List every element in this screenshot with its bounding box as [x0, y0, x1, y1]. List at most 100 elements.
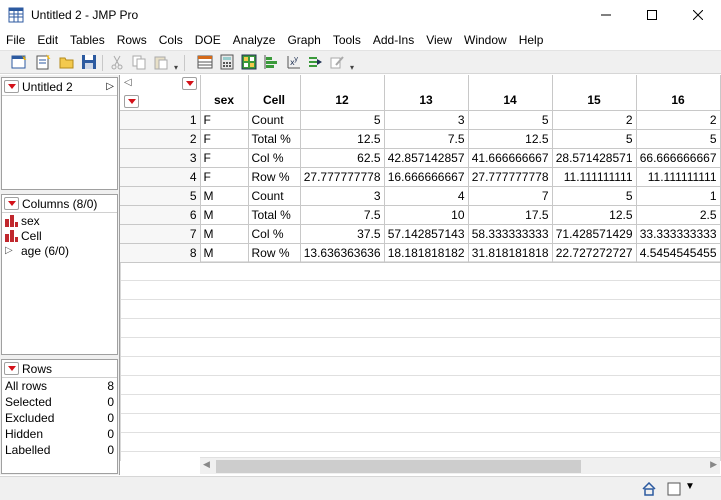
table-cell[interactable]: 5 — [552, 129, 637, 149]
column-item-cell[interactable]: Cell — [2, 228, 117, 243]
table-cell[interactable]: 7.5 — [300, 205, 385, 225]
scroll-left-icon[interactable]: ◀ — [203, 459, 210, 470]
table-cell[interactable]: 11.111111111 — [552, 167, 637, 187]
table-red-triangle-icon[interactable] — [4, 80, 19, 93]
columns-red-triangle-icon[interactable] — [4, 197, 19, 210]
group-expand-icon[interactable]: ▷ — [5, 245, 18, 256]
maximize-button[interactable] — [629, 0, 675, 30]
table-cell[interactable]: Col % — [248, 224, 301, 244]
table-cell[interactable]: 4.5454545455 — [636, 243, 721, 263]
distribution-button[interactable] — [262, 53, 280, 71]
table-cell[interactable]: 71.428571429 — [552, 224, 637, 244]
menu-graph[interactable]: Graph — [281, 30, 326, 50]
table-row[interactable]: 1 F Count 5 3 5 2 2 — [120, 110, 721, 130]
toolbar-overflow-icon[interactable]: ▾ — [174, 63, 178, 72]
row-number[interactable]: 3 — [120, 148, 201, 168]
table-cell[interactable]: 18.181818182 — [384, 243, 469, 263]
table-row[interactable]: 6 M Total % 7.5 10 17.5 12.5 2.5 — [120, 205, 721, 225]
table-cell[interactable]: 2 — [636, 110, 721, 130]
rows-stat-labelled[interactable]: Labelled 0 — [2, 442, 117, 458]
corner-cell[interactable]: ◁ — [120, 75, 201, 111]
table-cell[interactable]: 41.666666667 — [468, 148, 553, 168]
table-cell[interactable]: 10 — [384, 205, 469, 225]
row-number[interactable]: 7 — [120, 224, 201, 244]
calculator-button[interactable] — [218, 53, 236, 71]
collapse-arrow-icon[interactable]: ◁ — [124, 77, 132, 88]
menu-rows[interactable]: Rows — [111, 30, 153, 50]
menu-edit[interactable]: Edit — [31, 30, 64, 50]
table-cell[interactable]: 13.636363636 — [300, 243, 385, 263]
column-header-sex[interactable]: sex — [200, 75, 249, 111]
rows-stat-selected[interactable]: Selected 0 — [2, 394, 117, 410]
column-header-14[interactable]: 14 — [468, 75, 553, 111]
column-group-age[interactable]: ▷ age (6/0) — [2, 243, 117, 258]
table-cell[interactable]: 2 — [552, 110, 637, 130]
open-button[interactable] — [58, 53, 76, 71]
table-cell[interactable]: 7.5 — [384, 129, 469, 149]
table-cell[interactable]: 11.111111111 — [636, 167, 721, 187]
menu-file[interactable]: File — [0, 30, 31, 50]
table-cell[interactable]: 12.5 — [468, 129, 553, 149]
table-cell[interactable]: Total % — [248, 205, 301, 225]
column-header-13[interactable]: 13 — [384, 75, 469, 111]
rows-stat-hidden[interactable]: Hidden 0 — [2, 426, 117, 442]
table-cell[interactable]: 42.857142857 — [384, 148, 469, 168]
toolbar-overflow-icon[interactable]: ▾ — [350, 63, 354, 72]
empty-grid-area[interactable] — [120, 261, 721, 461]
row-number[interactable]: 6 — [120, 205, 201, 225]
table-cell[interactable]: 31.818181818 — [468, 243, 553, 263]
grid-layout-button[interactable] — [240, 53, 258, 71]
table-cell[interactable]: 2.5 — [636, 205, 721, 225]
table-cell[interactable]: 27.777777778 — [468, 167, 553, 187]
save-button[interactable] — [80, 53, 98, 71]
table-cell[interactable]: M — [200, 205, 249, 225]
menu-add-ins[interactable]: Add-Ins — [367, 30, 420, 50]
menu-cols[interactable]: Cols — [153, 30, 189, 50]
table-cell[interactable]: 7 — [468, 186, 553, 206]
new-script-button[interactable] — [34, 53, 52, 71]
table-panel-arrow-icon[interactable]: ▷ — [106, 81, 114, 92]
menu-view[interactable]: View — [420, 30, 458, 50]
table-cell[interactable]: 5 — [552, 186, 637, 206]
table-cell[interactable]: M — [200, 243, 249, 263]
menu-help[interactable]: Help — [513, 30, 550, 50]
table-cell[interactable]: 5 — [636, 129, 721, 149]
table-cell[interactable]: F — [200, 167, 249, 187]
table-cell[interactable]: F — [200, 110, 249, 130]
table-cell[interactable]: 5 — [468, 110, 553, 130]
table-row[interactable]: 2 F Total % 12.5 7.5 12.5 5 5 — [120, 129, 721, 149]
menu-tools[interactable]: Tools — [327, 30, 367, 50]
table-cell[interactable]: Row % — [248, 243, 301, 263]
minimize-button[interactable] — [583, 0, 629, 30]
annotate-button[interactable] — [328, 53, 346, 71]
table-rows-red-triangle-icon[interactable] — [124, 95, 139, 108]
table-cell[interactable]: 1 — [636, 186, 721, 206]
table-cell[interactable]: 3 — [300, 186, 385, 206]
column-header-12[interactable]: 12 — [300, 75, 385, 111]
scrollbar-thumb[interactable] — [216, 460, 581, 473]
table-cell[interactable]: Total % — [248, 129, 301, 149]
table-row[interactable]: 5 M Count 3 4 7 5 1 — [120, 186, 721, 206]
window-list-dropdown-icon[interactable]: ▼ — [685, 481, 695, 492]
scroll-right-icon[interactable]: ▶ — [710, 459, 717, 470]
table-cell[interactable]: 12.5 — [552, 205, 637, 225]
row-number[interactable]: 4 — [120, 167, 201, 187]
table-columns-red-triangle-icon[interactable] — [182, 77, 197, 90]
table-row[interactable]: 3 F Col % 62.5 42.857142857 41.666666667 28.57… — [120, 148, 721, 168]
table-cell[interactable]: 28.571428571 — [552, 148, 637, 168]
fit-model-button[interactable] — [306, 53, 324, 71]
table-cell[interactable]: 27.777777778 — [300, 167, 385, 187]
table-cell[interactable]: 57.142857143 — [384, 224, 469, 244]
table-cell[interactable]: M — [200, 224, 249, 244]
cut-button[interactable] — [108, 53, 126, 71]
column-header-16[interactable]: 16 — [636, 75, 721, 111]
copy-button[interactable] — [130, 53, 148, 71]
menu-doe[interactable]: DOE — [189, 30, 227, 50]
horizontal-scrollbar[interactable]: ◀ ▶ — [200, 457, 720, 474]
menu-analyze[interactable]: Analyze — [227, 30, 282, 50]
table-row[interactable]: 8 M Row % 13.636363636 18.181818182 31.818181… — [120, 243, 721, 263]
rows-red-triangle-icon[interactable] — [4, 362, 19, 375]
rows-stat-excluded[interactable]: Excluded 0 — [2, 410, 117, 426]
home-icon[interactable] — [642, 482, 656, 496]
row-number[interactable]: 8 — [120, 243, 201, 263]
